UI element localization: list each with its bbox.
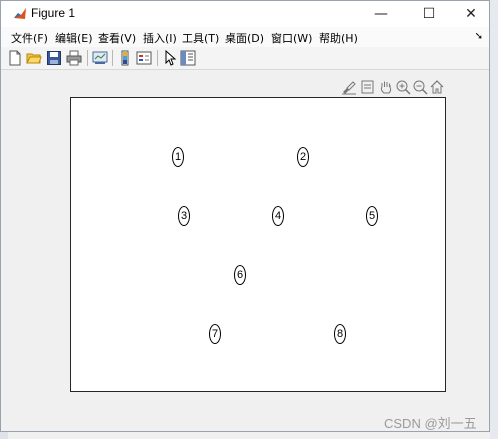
dock-arrow-icon[interactable]: ➘ [475, 31, 483, 42]
matlab-icon [13, 7, 27, 21]
maximize-button[interactable]: ☐ [407, 1, 451, 27]
minimize-button[interactable]: — [359, 1, 403, 27]
insert-colorbar-icon[interactable] [117, 50, 133, 66]
link-plot-icon[interactable] [92, 50, 108, 66]
datatip-icon[interactable] [360, 79, 376, 95]
home-icon[interactable] [429, 79, 445, 95]
graph-node: 5 [366, 206, 378, 226]
zoom-out-icon[interactable] [412, 79, 428, 95]
background-window-right [490, 0, 498, 439]
menu-bar: 文件(F) 编辑(E) 查看(V) 插入(I) 工具(T) 桌面(D) 窗口(W… [1, 27, 489, 47]
graph-node: 6 [234, 265, 246, 285]
new-figure-icon[interactable] [7, 50, 23, 66]
minimize-icon: — [374, 6, 388, 22]
pan-icon[interactable] [378, 79, 394, 95]
graph-node: 4 [272, 206, 284, 226]
graph-node: 7 [209, 324, 221, 344]
print-icon[interactable] [66, 50, 82, 66]
save-icon[interactable] [46, 50, 62, 66]
menu-insert[interactable]: 插入(I) [143, 30, 177, 46]
graph-node: 1 [172, 147, 184, 167]
graph-node: 2 [297, 147, 309, 167]
menu-help[interactable]: 帮助(H) [319, 30, 358, 46]
toolbar-separator [112, 50, 113, 66]
figure-toolbar [1, 47, 489, 70]
plot-axes[interactable]: 1 2 3 4 5 6 7 8 [70, 97, 446, 392]
open-file-icon[interactable] [26, 50, 42, 66]
figure-window: Figure 1 — ☐ ✕ 文件(F) 编辑(E) 查看(V) 插入(I) 工… [0, 0, 490, 432]
title-bar[interactable]: Figure 1 — ☐ ✕ [1, 1, 489, 27]
graph-node: 8 [334, 324, 346, 344]
close-icon: ✕ [465, 6, 477, 22]
menu-tools[interactable]: 工具(T) [182, 30, 219, 46]
menu-window[interactable]: 窗口(W) [271, 30, 312, 46]
menu-file[interactable]: 文件(F) [11, 30, 48, 46]
insert-legend-icon[interactable] [136, 50, 152, 66]
menu-edit[interactable]: 编辑(E) [55, 30, 93, 46]
property-inspector-icon[interactable] [180, 50, 196, 66]
toolbar-separator [157, 50, 158, 66]
window-title: Figure 1 [31, 6, 76, 20]
close-button[interactable]: ✕ [449, 1, 493, 27]
menu-desktop[interactable]: 桌面(D) [225, 30, 264, 46]
graph-node: 3 [178, 206, 190, 226]
watermark: CSDN @刘一五 [384, 416, 477, 431]
menu-view[interactable]: 查看(V) [98, 30, 136, 46]
maximize-icon: ☐ [422, 6, 436, 22]
toolbar-separator [87, 50, 88, 66]
zoom-in-icon[interactable] [395, 79, 411, 95]
brush-icon[interactable] [341, 79, 357, 95]
pointer-icon[interactable] [162, 50, 178, 66]
